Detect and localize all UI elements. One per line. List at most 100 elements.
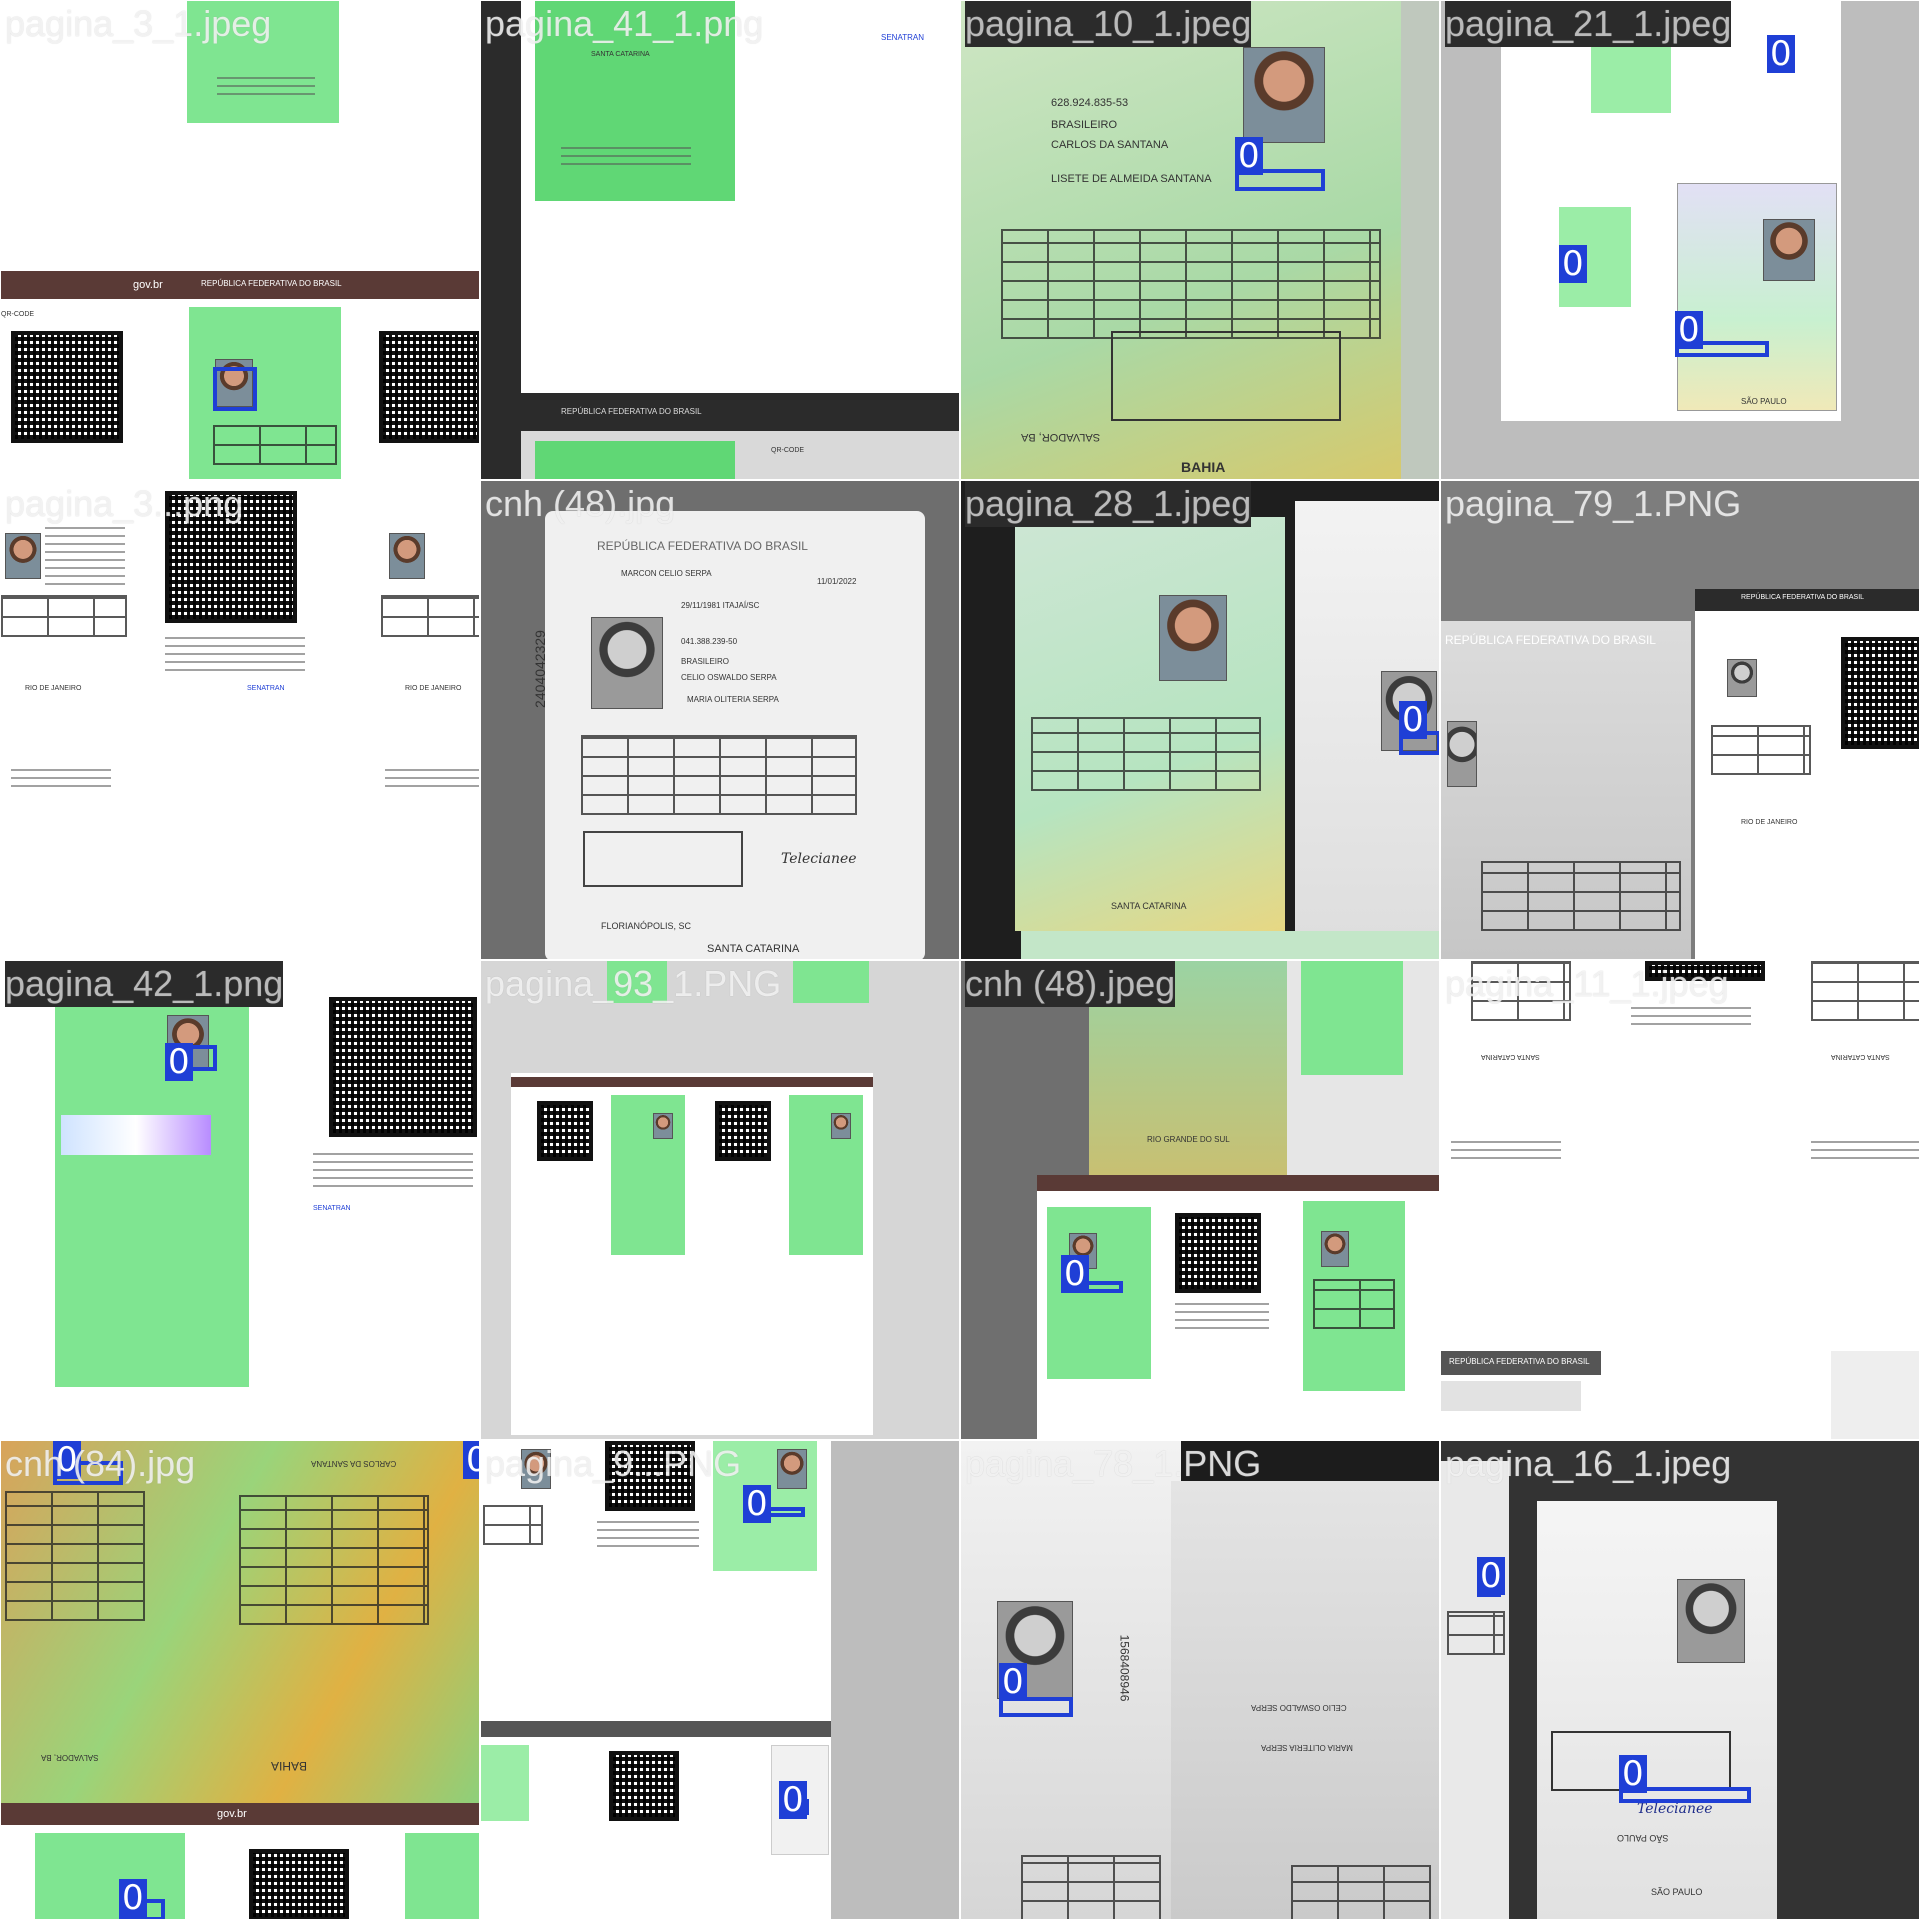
driver-photo — [1243, 47, 1325, 143]
category-table-left — [1021, 1855, 1161, 1919]
driver-photo — [1447, 721, 1477, 787]
qr-code — [1841, 637, 1919, 749]
driver-photo-page — [1727, 659, 1757, 697]
tile-label: cnh (84).jpg — [5, 1443, 196, 1484]
bahia-text: BAHIA — [1181, 459, 1226, 475]
brasileiro-text: BRASILEIRO — [681, 657, 730, 666]
category-table — [1031, 717, 1261, 791]
document-fields — [45, 521, 125, 591]
tile-label: pagina_41_1.png — [485, 3, 764, 44]
cpf-text: 628.924.835-53 — [1051, 97, 1129, 109]
cpf-text: 041.388.239-50 — [681, 637, 738, 646]
qr-code-right — [379, 331, 479, 443]
carlos-text: CARLOS DA SANTANA — [1051, 139, 1169, 151]
observations-box — [583, 831, 743, 887]
senatran-text: SENATRAN — [313, 1205, 351, 1212]
detection-tag: 0 — [999, 1663, 1027, 1701]
category-table-left — [5, 1491, 145, 1621]
mrz-lines-right — [1811, 1139, 1919, 1165]
tile-pagina-3x: SENATRAN RIO DE JANEIRO RIO DE JANEIRO p… — [0, 480, 480, 960]
header-band — [511, 1077, 873, 1087]
sao-paulo-text: SÃO PAULO — [1741, 397, 1787, 406]
cnh-document-bottom-left — [481, 1745, 529, 1821]
tile-label: pagina_42_1.png — [5, 961, 284, 1007]
detection-tag-2: 0 — [1619, 1755, 1647, 1793]
tile-label: pagina_78_1.PNG — [965, 1443, 1262, 1484]
florianopolis-text: FLORIANÓPOLIS, SC — [601, 921, 692, 931]
birth-text: 29/11/1981 ITAJAÍ/SC — [681, 601, 760, 610]
category-table-right — [1811, 961, 1919, 1021]
tile-pagina-11-1: SANTA CATARINA SANTA CATARINA REPÚBLICA … — [1440, 960, 1920, 1440]
driver-photo-right — [831, 1113, 851, 1139]
cnh-document — [55, 961, 249, 1387]
qr-code — [1175, 1213, 1261, 1293]
rio-text: RIO DE JANEIRO — [1741, 819, 1798, 826]
tile-cnh-48-jpeg: RIO GRANDE DO SUL 0 cnh (48).jpeg — [960, 960, 1440, 1440]
tile-label: pagina_3_1.jpeg — [5, 3, 272, 44]
mrz-lines-right — [385, 767, 479, 793]
tile-pagina-93-1: pagina_93_1.PNG — [480, 960, 960, 1440]
category-table-right — [239, 1495, 429, 1625]
santa-catarina-text: SANTA CATARINA — [707, 943, 800, 955]
salvador-text: SALVADOR, BA — [41, 1753, 99, 1762]
signature: Telecianee — [781, 851, 857, 867]
rio-text-right: RIO DE JANEIRO — [405, 685, 462, 692]
detection-tag-1: 0 — [1767, 35, 1795, 73]
detection-tag-2: 0 — [779, 1781, 807, 1819]
category-table-right — [1313, 1279, 1395, 1329]
category-table — [1481, 861, 1681, 931]
qr-code-label: QR-CODE — [1, 311, 35, 318]
detection-tag: 0 — [1061, 1255, 1089, 1293]
tile-pagina-21-1: SÃO PAULO 0 0 0 pagina_21_1.jpeg — [1440, 0, 1920, 480]
cnh-document-right — [1831, 1351, 1919, 1439]
tile-label: pagina_93_1.PNG — [485, 963, 782, 1004]
cnh-document-strip — [1441, 1381, 1581, 1411]
vertical-number: 1568408946 — [1117, 1634, 1132, 1702]
tile-pagina-42-1: SENATRAN 0 pagina_42_1.png — [0, 960, 480, 1440]
tile-label: pagina_9...PNG — [485, 1443, 742, 1484]
carlos-text: CARLOS DA SANTANA — [311, 1459, 397, 1468]
category-table — [581, 735, 857, 815]
tile-label: pagina_28_1.jpeg — [965, 481, 1252, 527]
brasileiro-text: BRASILEIRO — [1051, 119, 1118, 131]
tile-cnh-84-jpg: CARLOS DA SANTANA SALVADOR, BA BAHIA gov… — [0, 1440, 480, 1920]
category-table-page — [1711, 725, 1811, 775]
category-table-left — [483, 1505, 543, 1545]
santa-catarina-text: SANTA CATARINA — [591, 51, 650, 58]
observations-box — [1111, 331, 1341, 421]
description-text — [1175, 1299, 1269, 1335]
category-table — [1, 595, 127, 637]
republica-text-footer: REPÚBLICA FEDERATIVA DO BRASIL — [561, 407, 702, 416]
driver-photo-right — [1321, 1231, 1349, 1267]
cnh-document-right-top — [1301, 961, 1403, 1075]
vertical-number: 2404042329 — [531, 630, 548, 708]
lisete-text: LISETE DE ALMEIDA SANTANA — [1051, 173, 1212, 185]
sao-paulo-text: SÃO PAULO — [1617, 1833, 1669, 1843]
category-table — [1001, 229, 1381, 339]
category-table-right — [381, 595, 479, 637]
description-text — [597, 1519, 699, 1553]
detection-tag-1: 0 — [1477, 1557, 1505, 1595]
driver-photo-left — [653, 1113, 673, 1139]
detection-tag: 0 — [1235, 137, 1263, 175]
tile-cnh-48-jpg: REPÚBLICA FEDERATIVA DO BRASIL MARCON CE… — [480, 480, 960, 960]
cnh-document-bottom — [1021, 931, 1439, 959]
detection-tag-3: 0 — [1675, 311, 1703, 349]
maria-text: MARIA OLITERIA SERPA — [687, 695, 779, 704]
detection-tag: 0 — [165, 1043, 193, 1081]
page-header-bottom — [481, 1721, 831, 1737]
driver-photo — [1159, 595, 1227, 681]
driver-photo-right — [389, 533, 425, 579]
tile-pagina-3-1: gov.br REPÚBLICA FEDERATIVA DO BRASIL QR… — [0, 0, 480, 480]
driver-photo — [5, 533, 41, 579]
senatran-text: SENATRAN — [247, 685, 285, 692]
tile-label: pagina_3...png — [5, 483, 244, 524]
cnh-document-right — [405, 1833, 479, 1919]
category-table-left — [1447, 1611, 1505, 1655]
tile-pagina-78-1: 1568408946 MARIA OLITERIA SERPA CELIO OS… — [960, 1440, 1440, 1920]
dark-border-left — [481, 1, 521, 479]
tile-pagina-10-1: 628.924.835-53 BRASILEIRO CARLOS DA SANT… — [960, 0, 1440, 480]
mrz-lines — [1451, 1139, 1561, 1165]
header-band — [1037, 1175, 1439, 1191]
republica-text: REPÚBLICA FEDERATIVA DO BRASIL — [597, 539, 808, 553]
